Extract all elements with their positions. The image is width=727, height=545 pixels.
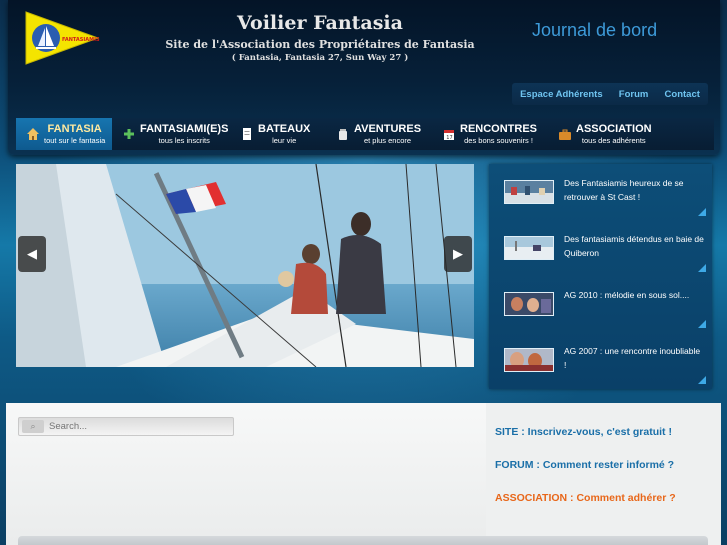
nav-label: AVENTURES (354, 122, 422, 135)
site-subtitle: Site de l'Association des Propriétaires … (165, 38, 475, 51)
home-icon (26, 127, 40, 141)
nav-sub: et plus encore (363, 135, 412, 145)
nav-label: RENCONTRES (460, 122, 538, 135)
news-item[interactable]: AG 2010 : mélodie en sous sol.... (489, 276, 712, 332)
calendar-icon: 17 (442, 127, 456, 141)
news-thumbnail (504, 292, 554, 316)
briefcase-icon (558, 127, 572, 141)
site-logo[interactable]: FANTASIAMIS (24, 10, 100, 66)
news-thumbnail (504, 236, 554, 260)
news-thumbnail (504, 348, 554, 372)
nav-item-fantasia[interactable]: FANTASIA tout sur le fantasia (16, 118, 112, 150)
bottom-bar (18, 536, 708, 545)
chevron-right-icon: ▶ (453, 246, 463, 261)
journal-de-bord-title: Journal de bord (532, 20, 658, 40)
corner-arrow-icon (698, 264, 706, 272)
sailing-photo (16, 164, 474, 367)
slider-prev-button[interactable]: ◀ (18, 236, 46, 272)
search-box: ⌕ (18, 417, 234, 436)
main-nav: FANTASIA tout sur le fantasia FANTASIAMI(… (16, 118, 714, 150)
corner-arrow-icon (698, 320, 706, 328)
search-icon[interactable]: ⌕ (22, 420, 44, 433)
nav-sub: tous les inscrits (158, 135, 210, 145)
nav-sub: leur vie (272, 135, 297, 145)
news-text: Des fantasiamis détendus en baie de Quib… (564, 234, 704, 258)
nav-sub: des bons souvenirs ! (464, 135, 533, 145)
logo-text: FANTASIAMIS (62, 37, 100, 43)
news-text: AG 2007 : une rencontre inoubliable ! (564, 346, 701, 370)
link-forum[interactable]: Forum (619, 89, 649, 100)
nav-item-association[interactable]: ASSOCIATION tous des adhérents (548, 118, 668, 150)
plus-icon (122, 127, 136, 141)
news-thumbnail (504, 180, 554, 204)
news-item[interactable]: Des Fantasiamis heureux de se retrouver … (489, 164, 712, 220)
news-panel: Des Fantasiamis heureux de se retrouver … (489, 164, 712, 389)
corner-arrow-icon (698, 376, 706, 384)
nav-label: ASSOCIATION (576, 122, 652, 135)
svg-text:17: 17 (446, 135, 452, 141)
search-input[interactable] (49, 419, 229, 433)
corner-arrow-icon (698, 208, 706, 216)
nav-item-bateaux[interactable]: BATEAUX leur vie (230, 118, 326, 150)
nav-label: FANTASIAMI(E)S (140, 122, 229, 135)
cta-site-inscription[interactable]: SITE : Inscrivez-vous, c'est gratuit ! (495, 426, 672, 438)
site-title-block: Voilier Fantasia Site de l'Association d… (140, 12, 500, 63)
news-text: Des Fantasiamis heureux de se retrouver … (564, 178, 684, 202)
link-contact[interactable]: Contact (665, 89, 700, 100)
nav-label: FANTASIA (47, 122, 102, 135)
nav-item-fantasiamis[interactable]: FANTASIAMI(E)S tous les inscrits (112, 118, 230, 150)
cta-association-adherer[interactable]: ASSOCIATION : Comment adhérer ? (495, 492, 676, 504)
news-item[interactable]: Des fantasiamis détendus en baie de Quib… (489, 220, 712, 276)
content-area: ⌕ (6, 403, 721, 545)
photo-slider[interactable]: ◀ ▶ (16, 164, 474, 367)
slider-next-button[interactable]: ▶ (444, 236, 472, 272)
content-right-column (486, 403, 721, 545)
nav-label: BATEAUX (258, 122, 311, 135)
jar-icon (336, 127, 350, 141)
nav-item-rencontres[interactable]: 17 RENCONTRES des bons souvenirs ! (432, 118, 548, 150)
nav-sub: tous des adhérents (581, 135, 646, 145)
nav-item-aventures[interactable]: AVENTURES et plus encore (326, 118, 432, 150)
document-icon (240, 127, 254, 141)
nav-sub: tout sur le fantasia (44, 135, 106, 145)
site-title: Voilier Fantasia (237, 12, 403, 34)
chevron-left-icon: ◀ (27, 246, 37, 261)
top-links: Espace Adhérents Forum Contact (512, 83, 708, 105)
link-espace-adherents[interactable]: Espace Adhérents (520, 89, 603, 100)
cta-forum-informe[interactable]: FORUM : Comment rester informé ? (495, 459, 674, 471)
news-text: AG 2010 : mélodie en sous sol.... (564, 290, 690, 300)
site-models: ( Fantasia, Fantasia 27, Sun Way 27 ) (231, 53, 409, 63)
news-item[interactable]: AG 2007 : une rencontre inoubliable ! (489, 332, 712, 388)
